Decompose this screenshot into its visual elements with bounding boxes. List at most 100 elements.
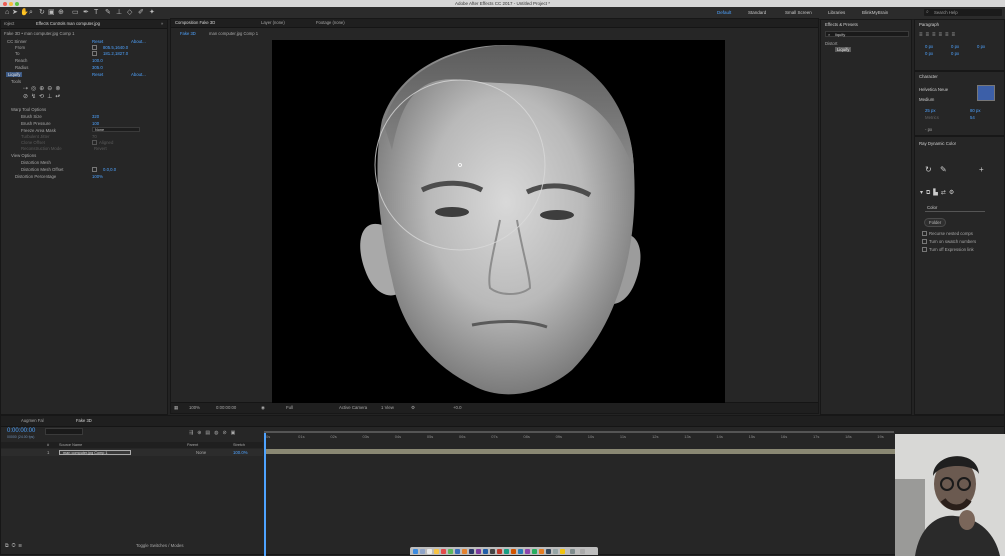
checkbox-aligned[interactable] <box>92 140 97 145</box>
toggle-switches-modes[interactable]: Toggle Switches / Modes <box>136 543 184 548</box>
app-icon[interactable] <box>525 548 530 554</box>
timeline-footer-icons[interactable]: ⧉◎⊟ <box>5 543 25 549</box>
app-icon[interactable] <box>504 548 509 554</box>
notes-icon[interactable] <box>434 548 439 554</box>
app-icon[interactable] <box>532 548 537 554</box>
resolution-dropdown[interactable]: Full <box>286 405 293 410</box>
tab-layer[interactable]: Layer (none) <box>261 20 285 25</box>
checkbox-expression-link[interactable] <box>922 247 927 252</box>
zoom-window-icon[interactable] <box>15 1 19 6</box>
plus-icon[interactable]: + <box>979 165 984 174</box>
grid-toggle-icon[interactable]: ▦ <box>174 405 178 411</box>
effect-liquify[interactable]: Liquify <box>6 72 23 77</box>
leading-value[interactable]: 80 px <box>970 108 981 113</box>
refresh-icon[interactable]: ↻ <box>925 165 932 174</box>
workspace-small-screen[interactable]: Small Screen <box>785 10 812 15</box>
tab-project[interactable]: roject <box>4 21 14 26</box>
app-icon[interactable] <box>539 548 544 554</box>
home-icon[interactable]: ⌂ <box>5 9 9 17</box>
exposure-value[interactable]: +0.0 <box>453 405 461 410</box>
property-reach-value[interactable]: 100.0 <box>92 58 103 63</box>
work-area-bar[interactable] <box>264 431 894 433</box>
fill-color-swatch[interactable] <box>977 85 995 101</box>
downloads-icon[interactable] <box>570 548 575 554</box>
brush-tool-icon[interactable]: ✎ <box>105 9 111 17</box>
space-after-value[interactable]: 0 px <box>951 51 959 56</box>
checkbox-swatch-numbers[interactable] <box>922 239 927 244</box>
zoom-tool-icon[interactable]: ⌕ <box>29 9 33 17</box>
property-brush-pressure-value[interactable]: 100 <box>92 121 99 126</box>
property-from-value[interactable]: 805.5,1640.0 <box>103 45 128 50</box>
hand-tool-icon[interactable]: ✋ <box>20 9 29 17</box>
tab-fake-3d[interactable]: Fake 3D <box>76 418 92 423</box>
effect-reset-link[interactable]: Reset <box>92 72 103 77</box>
search-help-field[interactable]: ⌕ Search Help <box>924 9 1002 16</box>
property-distortion-mesh-offset-value[interactable]: 0.0,0.0 <box>103 167 116 172</box>
time-ruler[interactable]: 0s 01s 02s 03s 04s 05s 06s 07s 08s 09s 10s 11s 12s 13… <box>264 431 1004 447</box>
group-view-options[interactable]: View Options <box>11 153 36 158</box>
table-row[interactable]: 1 man computer.jpg Comp 1 None 100.0% <box>1 449 263 456</box>
indent-first-value[interactable]: 0 px <box>977 44 985 49</box>
tab-composition[interactable]: Composition Fake 3D <box>175 20 215 25</box>
roto-brush-tool-icon[interactable]: ✐ <box>138 9 144 17</box>
pan-behind-tool-icon[interactable]: ⊕ <box>58 9 64 17</box>
app-icon[interactable] <box>560 548 565 554</box>
crosshair-icon[interactable] <box>92 45 97 50</box>
effects-result-liquify[interactable]: Liquify <box>835 47 852 52</box>
property-distortion-percentage-value[interactable]: 100% <box>92 174 103 179</box>
property-brush-size-value[interactable]: 320 <box>92 114 99 119</box>
after-effects-icon[interactable] <box>476 548 481 554</box>
mask-tool-icon[interactable]: ▭ <box>72 9 79 17</box>
effect-about-link[interactable]: About... <box>131 72 146 77</box>
clone-stamp-tool-icon[interactable]: ⊥ <box>116 9 122 17</box>
workspace-default[interactable]: Default <box>717 10 731 15</box>
workspace-standard[interactable]: Standard <box>748 10 766 15</box>
camera-snapshot-icon[interactable]: ◉ <box>261 405 265 411</box>
font-family-dropdown[interactable]: Helvetica Neue <box>919 87 948 92</box>
composition-canvas[interactable] <box>272 40 725 403</box>
camera-tool-icon[interactable]: ▣ <box>48 9 55 17</box>
launchpad-icon[interactable] <box>420 548 425 554</box>
layer-duration-bar[interactable] <box>264 449 896 454</box>
zoom-dropdown[interactable]: 100% <box>189 405 200 410</box>
effects-search-input[interactable]: ⌕ liquify <box>825 31 909 37</box>
indent-right-value[interactable]: 0 px <box>951 44 959 49</box>
app-icon[interactable] <box>462 548 467 554</box>
ray-tools-row[interactable]: ▾⧉▙⇄⚙ <box>920 189 957 197</box>
tab-effect-controls[interactable]: Effects Controls man computer.jpg <box>36 21 100 26</box>
effect-cc-sinner[interactable]: CC Sinner <box>7 39 27 44</box>
tab-footage[interactable]: Footage (none) <box>316 20 345 25</box>
effects-category-distort[interactable]: Distort <box>825 41 837 46</box>
indent-left-value[interactable]: 0 px <box>925 44 933 49</box>
crosshair-icon[interactable] <box>92 167 97 172</box>
active-camera-dropdown[interactable]: Active Camera <box>339 405 367 410</box>
effect-reset-link[interactable]: Reset <box>92 39 103 44</box>
baseline-value[interactable]: - px <box>925 127 932 132</box>
space-before-value[interactable]: 0 px <box>925 51 933 56</box>
minimize-window-icon[interactable] <box>9 1 13 6</box>
layer-name-field[interactable]: man computer.jpg Comp 1 <box>59 450 131 455</box>
app-icon[interactable] <box>553 548 558 554</box>
font-size-value[interactable]: 25 px <box>925 108 936 113</box>
app-icon[interactable] <box>455 548 460 554</box>
views-dropdown[interactable]: 1 View <box>381 405 394 410</box>
paragraph-align-buttons[interactable]: ≡≡≡≡≡≡ <box>919 32 958 38</box>
pen-tool-icon[interactable]: ✒ <box>83 9 89 17</box>
layer-stretch[interactable]: 100.0% <box>233 450 248 455</box>
timeline-switch-icons[interactable]: ⇶⊕▤◍⊘▣ <box>189 430 239 436</box>
timecode-display[interactable]: 0:00:00:00 <box>216 405 236 410</box>
folder-button[interactable]: Folder <box>924 218 947 227</box>
tab-augmen-fal[interactable]: Augmen Fal <box>21 418 44 423</box>
current-time-indicator[interactable] <box>264 431 266 556</box>
app-icon[interactable] <box>518 548 523 554</box>
timeline-timecode[interactable]: 0:00:00:00 <box>7 428 35 434</box>
tracking-value[interactable]: 54 <box>970 115 975 120</box>
effect-about-link[interactable]: About... <box>131 39 146 44</box>
finder-icon[interactable] <box>413 548 418 554</box>
ray-color-dropdown[interactable]: Color <box>925 205 985 212</box>
close-window-icon[interactable] <box>3 1 7 6</box>
comp-flowchart-man-computer[interactable]: man computer.jpg Comp 1 <box>209 31 258 36</box>
property-radius-value[interactable]: 305.0 <box>92 65 103 70</box>
fast-previews-icon[interactable]: ⚙ <box>411 405 415 411</box>
puppet-tool-icon[interactable]: ✦ <box>149 9 155 17</box>
